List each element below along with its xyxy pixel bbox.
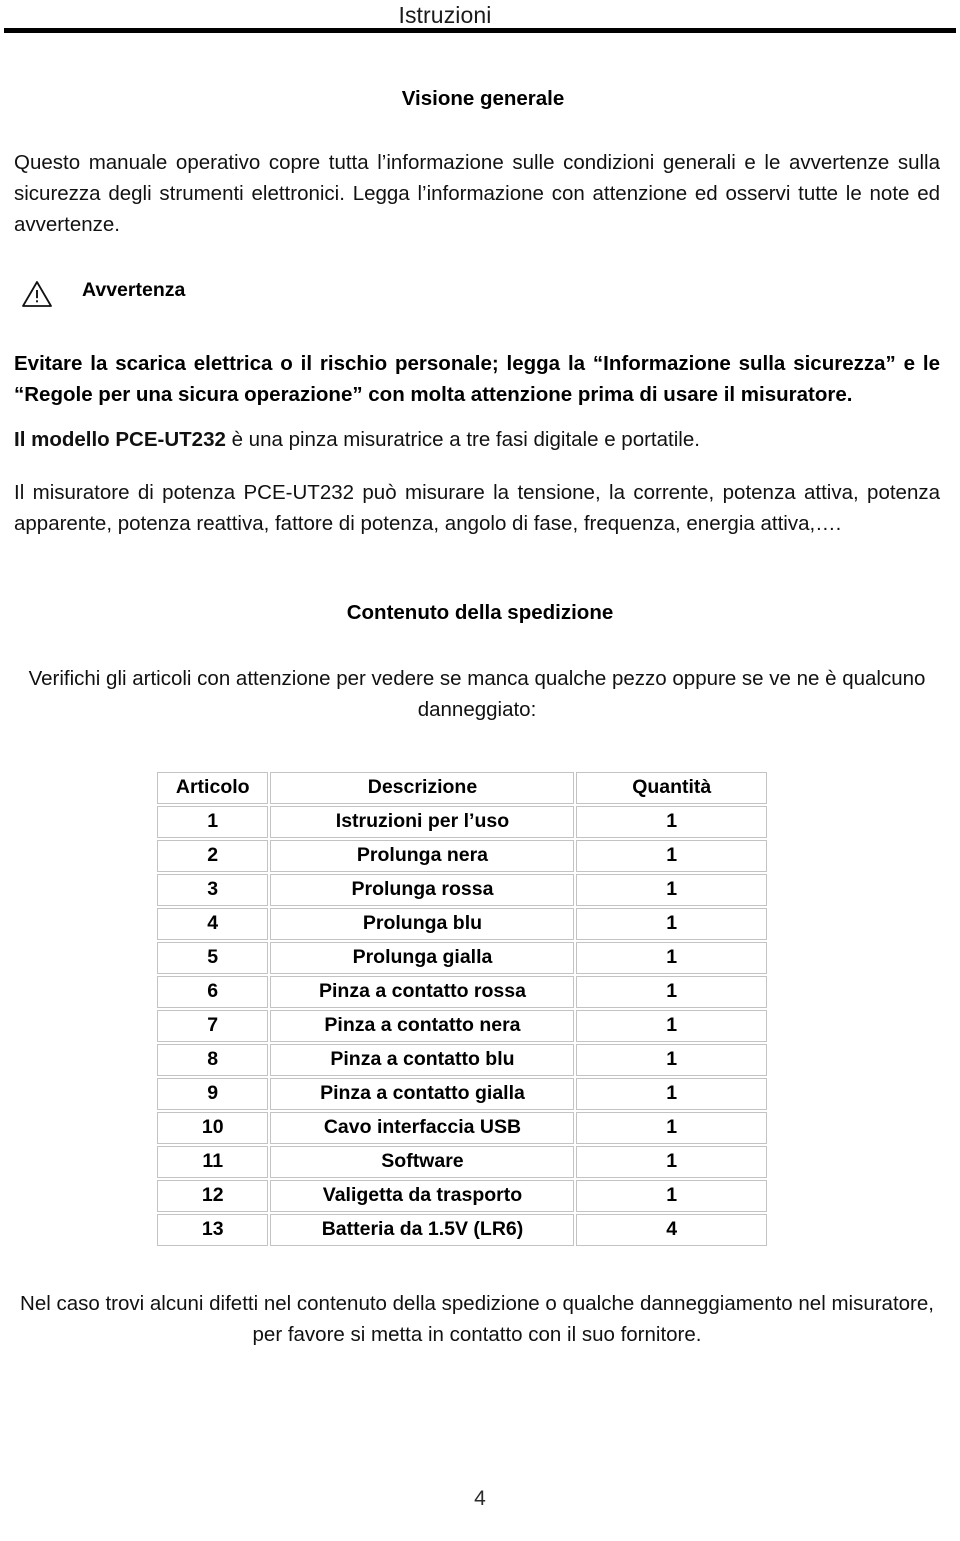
table-row: 4 Prolunga blu 1 — [157, 908, 767, 940]
model-paragraph: Il modello PCE-UT232 è una pinza misurat… — [0, 424, 960, 455]
cell-quantita: 1 — [576, 806, 767, 838]
cell-quantita: 4 — [576, 1214, 767, 1246]
cell-articolo: 6 — [157, 976, 269, 1008]
cell-descrizione: Software — [270, 1146, 575, 1178]
document-content: Visione generale Questo manuale operativ… — [0, 34, 960, 1350]
model-description-rest: è una pinza misuratrice a tre fasi digit… — [225, 428, 700, 451]
cell-articolo: 3 — [157, 874, 269, 906]
cell-quantita: 1 — [576, 1180, 767, 1212]
cell-descrizione: Prolunga nera — [270, 840, 575, 872]
column-header-articolo: Articolo — [157, 772, 269, 804]
table-row: 8 Pinza a contatto blu 1 — [157, 1044, 767, 1076]
cell-articolo: 1 — [157, 806, 269, 838]
page-header-title: Istruzioni — [398, 2, 492, 28]
section-heading-contenuto-spedizione: Contenuto della spedizione — [346, 601, 614, 624]
cell-quantita: 1 — [576, 1112, 767, 1144]
cell-descrizione: Cavo interfaccia USB — [270, 1112, 575, 1144]
cell-quantita: 1 — [576, 1078, 767, 1110]
shipment-intro-paragraph: Verifichi gli articoli con attenzione pe… — [28, 667, 926, 721]
column-header-descrizione: Descrizione — [270, 772, 575, 804]
shipment-table-container: Articolo Descrizione Quantità 1 Istruzio… — [0, 770, 960, 1248]
warning-bold-paragraph: Evitare la scarica elettrica o il rischi… — [14, 352, 940, 406]
cell-quantita: 1 — [576, 976, 767, 1008]
cell-articolo: 12 — [157, 1180, 269, 1212]
cell-descrizione: Prolunga gialla — [270, 942, 575, 974]
overview-paragraph: Questo manuale operativo copre tutta l’i… — [14, 151, 940, 236]
table-row: 13 Batteria da 1.5V (LR6) 4 — [157, 1214, 767, 1246]
table-row: 11 Software 1 — [157, 1146, 767, 1178]
cell-articolo: 2 — [157, 840, 269, 872]
shipment-table: Articolo Descrizione Quantità 1 Istruzio… — [155, 770, 769, 1248]
cell-articolo: 8 — [157, 1044, 269, 1076]
cell-quantita: 1 — [576, 942, 767, 974]
table-row: 9 Pinza a contatto gialla 1 — [157, 1078, 767, 1110]
table-row: 10 Cavo interfaccia USB 1 — [157, 1112, 767, 1144]
cell-quantita: 1 — [576, 874, 767, 906]
cell-articolo: 4 — [157, 908, 269, 940]
cell-descrizione: Prolunga blu — [270, 908, 575, 940]
warning-triangle-icon — [21, 280, 53, 308]
page-header: Istruzioni — [0, 0, 960, 34]
table-row: 5 Prolunga gialla 1 — [157, 942, 767, 974]
cell-descrizione: Prolunga rossa — [270, 874, 575, 906]
cell-quantita: 1 — [576, 1010, 767, 1042]
table-header-row: Articolo Descrizione Quantità — [157, 772, 767, 804]
meter-capabilities-paragraph: Il misuratore di potenza PCE-UT232 può m… — [14, 481, 940, 535]
cell-quantita: 1 — [576, 840, 767, 872]
page-number: 4 — [474, 1487, 486, 1510]
header-divider-rule — [4, 28, 956, 33]
table-row: 6 Pinza a contatto rossa 1 — [157, 976, 767, 1008]
cell-quantita: 1 — [576, 1146, 767, 1178]
cell-articolo: 5 — [157, 942, 269, 974]
warning-label: Avvertenza — [82, 279, 186, 301]
table-row: 7 Pinza a contatto nera 1 — [157, 1010, 767, 1042]
shipment-closing-paragraph: Nel caso trovi alcuni difetti nel conten… — [20, 1292, 934, 1346]
table-row: 3 Prolunga rossa 1 — [157, 874, 767, 906]
table-row: 12 Valigetta da trasporto 1 — [157, 1180, 767, 1212]
shipment-table-body: Articolo Descrizione Quantità 1 Istruzio… — [157, 772, 767, 1246]
cell-descrizione: Valigetta da trasporto — [270, 1180, 575, 1212]
cell-descrizione: Pinza a contatto blu — [270, 1044, 575, 1076]
warning-callout: Avvertenza — [0, 276, 960, 320]
model-name-strong: Il modello PCE-UT232 — [14, 428, 226, 451]
table-row: 1 Istruzioni per l’uso 1 — [157, 806, 767, 838]
cell-articolo: 10 — [157, 1112, 269, 1144]
cell-descrizione: Pinza a contatto nera — [270, 1010, 575, 1042]
cell-descrizione: Batteria da 1.5V (LR6) — [270, 1214, 575, 1246]
table-row: 2 Prolunga nera 1 — [157, 840, 767, 872]
cell-descrizione: Pinza a contatto gialla — [270, 1078, 575, 1110]
cell-articolo: 11 — [157, 1146, 269, 1178]
cell-descrizione: Pinza a contatto rossa — [270, 976, 575, 1008]
cell-articolo: 7 — [157, 1010, 269, 1042]
cell-articolo: 13 — [157, 1214, 269, 1246]
cell-quantita: 1 — [576, 908, 767, 940]
cell-quantita: 1 — [576, 1044, 767, 1076]
section-heading-visione-generale: Visione generale — [401, 87, 565, 110]
column-header-quantita: Quantità — [576, 772, 767, 804]
cell-articolo: 9 — [157, 1078, 269, 1110]
cell-descrizione: Istruzioni per l’uso — [270, 806, 575, 838]
